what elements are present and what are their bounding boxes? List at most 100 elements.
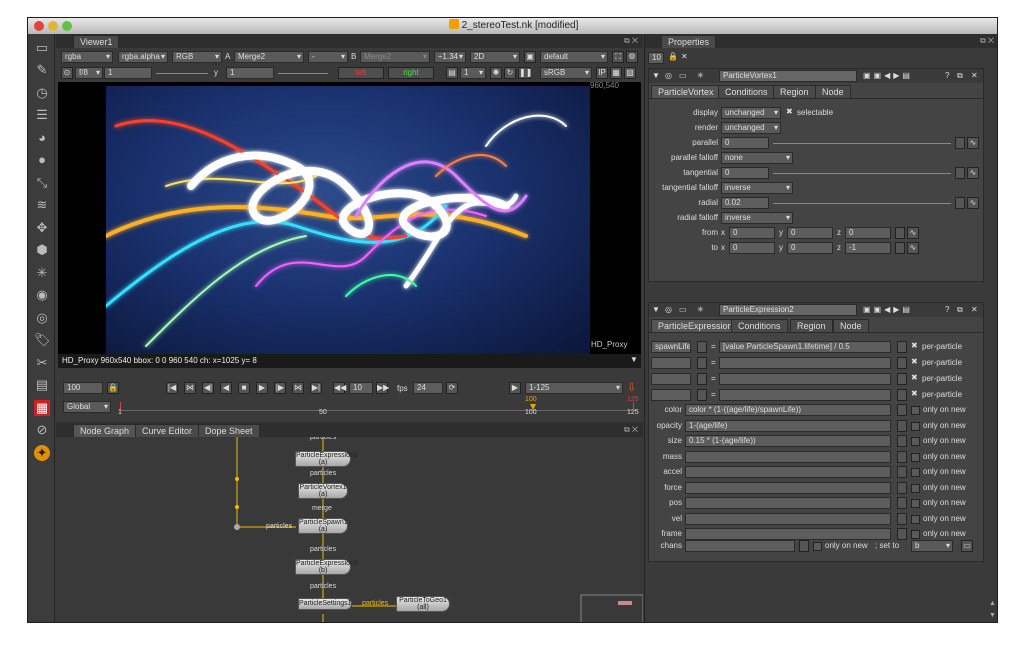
filter-nodes-icon[interactable]: ●	[34, 152, 50, 168]
collapse-panel-icon[interactable]: ▼	[652, 305, 660, 314]
expr-row-field[interactable]: color * (1-((age/life)/spawnLife))	[685, 404, 891, 416]
expr-row-field[interactable]: 0.15 * (1-(age/life))	[685, 435, 891, 447]
node-particle-settings1[interactable]: ParticleSettings1	[298, 598, 352, 610]
custom-anim-icon[interactable]	[697, 389, 707, 401]
custom-var-name-field[interactable]	[651, 373, 691, 385]
views-nodes-icon[interactable]: ◎	[34, 310, 50, 326]
node-particle-expression1[interactable]: ParticleExpression1 (a)	[295, 451, 358, 467]
from-z-field[interactable]: 0	[845, 227, 891, 239]
tab-conditions[interactable]: Conditions	[731, 319, 788, 332]
b-input-select[interactable]: Merge2	[360, 51, 430, 63]
transform-nodes-icon[interactable]: ✥	[34, 220, 50, 236]
help-icon[interactable]: ?	[945, 71, 949, 80]
view-mode-select[interactable]: 2D	[470, 51, 520, 63]
info-bar-arrow-icon[interactable]: ▼	[630, 355, 638, 364]
from-anim-icon[interactable]	[895, 227, 905, 239]
custom-var-name-field[interactable]	[651, 357, 691, 369]
custom-anim-icon[interactable]	[697, 341, 707, 353]
cache-icon[interactable]: ✺	[490, 67, 502, 79]
viewer-settings-icon[interactable]: ⚙	[626, 51, 638, 63]
set-to-select[interactable]: b	[911, 540, 953, 552]
tangential-field[interactable]: 0	[721, 167, 769, 179]
to-curve-icon[interactable]: ∿	[907, 242, 919, 254]
only-on-new-checkbox[interactable]	[911, 499, 920, 508]
deep-nodes-icon[interactable]: ◉	[34, 287, 50, 303]
proxy-icon[interactable]: ▤	[446, 67, 458, 79]
fps-field[interactable]: 24	[413, 382, 443, 394]
ocula-nodes-icon[interactable]: ⊘	[34, 422, 50, 438]
only-on-new-checkbox[interactable]	[911, 514, 920, 524]
first-frame-icon[interactable]: |◀	[166, 382, 178, 394]
parallel-field[interactable]: 0	[721, 137, 769, 149]
per-particle-check-icon[interactable]: ✖	[911, 389, 918, 398]
custom-expr-anim-icon[interactable]	[897, 373, 907, 385]
tangential-curve-icon[interactable]: ∿	[967, 167, 979, 179]
tab-curve-editor[interactable]: Curve Editor	[135, 424, 200, 437]
tab-particle-vortex[interactable]: ParticleVortex	[651, 85, 721, 98]
max-panels-field[interactable]: 10	[648, 52, 664, 64]
prev-keyframe-icon[interactable]: ⋈	[184, 382, 196, 394]
tab-region[interactable]: Region	[790, 319, 833, 332]
gamma-slider[interactable]	[278, 73, 328, 74]
metadata-nodes-icon[interactable]: 🏷	[34, 332, 51, 348]
only-on-new-checkbox[interactable]	[911, 437, 920, 446]
radial-field[interactable]: 0.02	[721, 197, 769, 209]
radial-slider[interactable]	[773, 203, 951, 204]
scroll-up-icon[interactable]: ▲	[989, 600, 996, 607]
step-field[interactable]: 10	[349, 382, 373, 394]
custom-expression-field[interactable]: [value ParticleSpawn1.lifetime] / 0.5	[719, 341, 891, 353]
tangential-anim-icon[interactable]	[955, 167, 965, 179]
furnace-nodes-icon[interactable]: ▦	[34, 400, 50, 416]
from-curve-icon[interactable]: ∿	[907, 227, 919, 239]
display-select[interactable]: unchanged	[721, 107, 781, 119]
overlay-icon[interactable]: ▦	[610, 67, 622, 79]
selectable-check-icon[interactable]: ✖	[786, 107, 793, 116]
draw-nodes-icon[interactable]: ✎	[34, 62, 50, 78]
custom-expr-anim-icon[interactable]	[897, 357, 907, 369]
frame-range-select[interactable]: 1-125	[525, 382, 623, 394]
left-view-button[interactable]: left	[338, 67, 384, 79]
pause-icon[interactable]: ❚❚	[518, 67, 532, 79]
tab-node-graph[interactable]: Node Graph	[73, 424, 137, 437]
tangential-slider[interactable]	[773, 173, 951, 174]
toolsets-icon[interactable]: ✂	[34, 355, 50, 371]
tab-viewer1[interactable]: Viewer1	[73, 35, 120, 48]
stop-icon[interactable]: ■	[238, 382, 250, 394]
radial-falloff-select[interactable]: inverse	[721, 212, 793, 224]
expr-row-anim-icon[interactable]	[897, 450, 907, 463]
keyer-nodes-icon[interactable]: ⤡	[34, 175, 50, 191]
only-on-new-checkbox[interactable]	[911, 483, 920, 493]
particles-nodes-icon[interactable]: ✳	[34, 265, 50, 281]
lock-frame-icon[interactable]: 🔒	[107, 382, 119, 394]
expr-row-anim-icon[interactable]	[897, 512, 907, 525]
next-keyframe-icon[interactable]: ⋈	[292, 382, 304, 394]
loop-icon[interactable]: ⟳	[446, 382, 458, 394]
expr-row-field[interactable]	[685, 450, 891, 463]
only-on-new-checkbox[interactable]	[911, 406, 920, 415]
gain-slider[interactable]	[156, 73, 208, 74]
image-nodes-icon[interactable]: ▭	[34, 40, 50, 56]
range-lock-icon[interactable]: ⇩	[627, 381, 636, 394]
tab-dope-sheet[interactable]: Dope Sheet	[198, 424, 260, 437]
render-select[interactable]: unchanged	[721, 122, 781, 134]
per-particle-check-icon[interactable]: ✖	[911, 341, 918, 350]
expr-row-anim-icon[interactable]	[897, 404, 907, 416]
to-y-field[interactable]: 0	[787, 242, 833, 254]
minimize-window-button[interactable]	[48, 21, 58, 31]
frame-field[interactable]: 100	[63, 382, 103, 394]
custom-expression-field[interactable]	[719, 373, 891, 385]
gamma-field[interactable]: 1	[226, 67, 274, 79]
merge-nodes-icon[interactable]: ≋	[34, 197, 50, 213]
panel-tools-icons[interactable]: ▣▣◀▶▤	[863, 305, 913, 314]
expr-row-field[interactable]	[685, 497, 891, 509]
fstop-select[interactable]: f/8	[75, 67, 103, 79]
timeline-scope-select[interactable]: Global	[63, 401, 111, 413]
play-backward-icon[interactable]: ◀	[220, 382, 232, 394]
last-frame-icon[interactable]: ▶|	[310, 382, 322, 394]
to-anim-icon[interactable]	[895, 242, 905, 254]
parallel-slider[interactable]	[773, 143, 951, 144]
parallel-curve-icon[interactable]: ∿	[967, 137, 979, 149]
expr-row-anim-icon[interactable]	[897, 481, 907, 494]
expr-row-anim-icon[interactable]	[897, 497, 907, 509]
expr-row-field[interactable]	[685, 512, 891, 525]
